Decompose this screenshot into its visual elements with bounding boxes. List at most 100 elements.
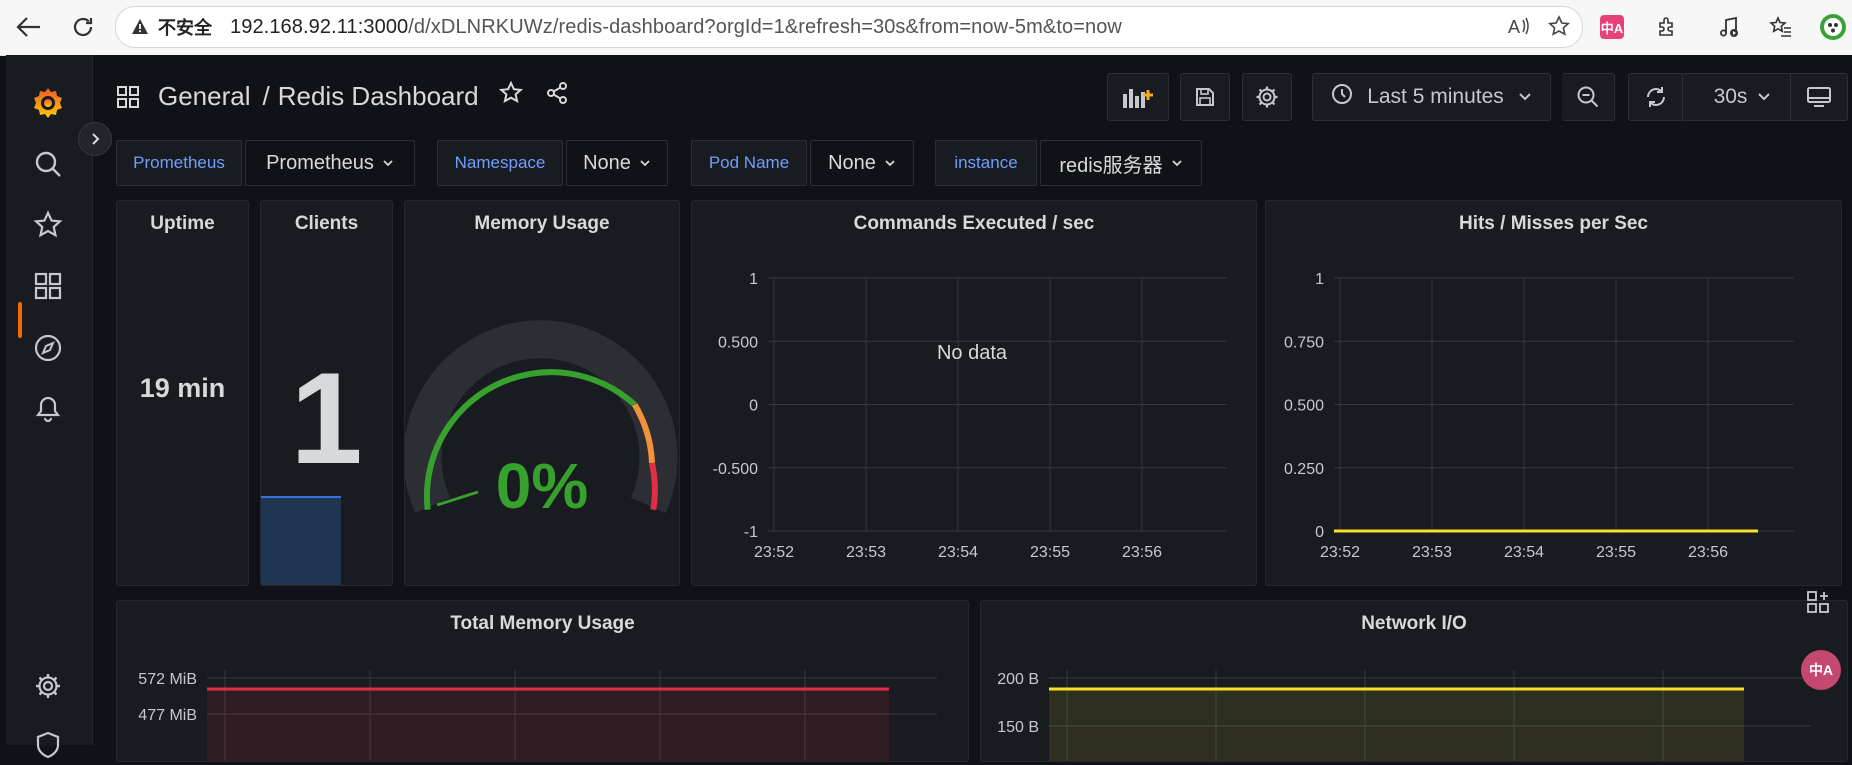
y-tick-label: 150 B <box>997 719 1039 736</box>
read-aloud-icon[interactable]: A <box>1508 15 1532 43</box>
x-tick-label: 23:55 <box>1030 544 1070 561</box>
grafana-logo-icon[interactable] <box>28 83 68 123</box>
x-tick-label: 23:54 <box>938 544 978 561</box>
chevron-down-icon <box>382 152 394 175</box>
time-range-picker[interactable]: Last 5 minutes <box>1312 73 1551 121</box>
y-tick-label: 0 <box>1315 524 1324 541</box>
translate-extension-icon[interactable]: 中A <box>1600 15 1624 39</box>
profile-avatar[interactable] <box>1820 14 1846 40</box>
mark-favorite-star-icon[interactable] <box>498 80 523 112</box>
variable-select-prometheus[interactable]: Prometheus <box>245 140 415 186</box>
panel-network-io[interactable]: Network I/O 200 B 150 B <box>980 600 1848 762</box>
chevron-down-icon <box>639 152 651 175</box>
hits-misses-chart: 1 0.750 0.500 0.250 0 23:52 23:53 23:54 23:55 23:… <box>1284 271 1794 561</box>
y-tick-label: 477 MiB <box>138 707 197 724</box>
no-data-text: No data <box>937 342 1008 364</box>
x-tick-label: 23:55 <box>1596 544 1636 561</box>
breadcrumb: General / Redis Dashboard <box>116 80 569 112</box>
y-tick-label: -1 <box>744 524 758 541</box>
dashboard-settings-button[interactable] <box>1242 73 1292 121</box>
explore-compass-icon[interactable] <box>28 328 68 368</box>
variable-select-namespace[interactable]: None <box>566 140 668 186</box>
apps-grid-icon[interactable] <box>1801 585 1835 619</box>
x-tick-label: 23:56 <box>1122 544 1162 561</box>
x-tick-label: 23:56 <box>1688 544 1728 561</box>
variable-value: None <box>583 151 631 174</box>
variable-select-instance[interactable]: redis服务器 <box>1040 140 1202 186</box>
active-indicator <box>18 302 22 338</box>
y-tick-label: 572 MiB <box>138 671 197 688</box>
zoom-out-button[interactable] <box>1562 73 1615 121</box>
chevron-down-icon <box>1518 85 1532 109</box>
variable-label-namespace: Namespace <box>437 140 563 186</box>
search-icon[interactable] <box>28 144 68 184</box>
panel-commands-executed[interactable]: Commands Executed / sec 1 0.500 0 -0.500 -1 2… <box>691 200 1257 586</box>
svg-text:A: A <box>1508 17 1520 37</box>
memory-usage-value: 0% <box>496 450 589 522</box>
x-tick-label: 23:53 <box>1412 544 1452 561</box>
y-tick-label: 0 <box>749 398 758 415</box>
server-admin-shield-icon[interactable] <box>28 725 68 765</box>
series-area <box>1049 689 1744 761</box>
panel-title: Uptime <box>150 213 215 234</box>
y-tick-label: 1 <box>749 271 758 288</box>
reload-icon[interactable] <box>68 12 98 42</box>
memory-gauge: 0% <box>405 320 678 522</box>
starred-icon[interactable] <box>28 205 68 245</box>
grafana-app: General / Redis Dashboard Last 5 minutes… <box>6 55 1852 762</box>
favorite-star-icon[interactable] <box>1547 15 1571 43</box>
side-menu <box>6 55 93 759</box>
url-text: 192.168.92.11:3000/d/xDLNRKUWz/redis-das… <box>230 15 1122 38</box>
configuration-gear-icon[interactable] <box>28 666 68 706</box>
commands-chart: 1 0.500 0 -0.500 -1 23:52 23:53 23:54 23:55 23:56… <box>713 271 1227 561</box>
clients-value: 1 <box>290 345 363 491</box>
variable-value: None <box>828 151 876 174</box>
refresh-interval-picker[interactable]: 30s <box>1682 73 1803 121</box>
x-tick-label: 23:54 <box>1504 544 1544 561</box>
panel-total-memory[interactable]: Total Memory Usage 572 MiB 477 MiB <box>116 600 969 762</box>
y-tick-label: 200 B <box>997 671 1039 688</box>
save-dashboard-button[interactable] <box>1180 73 1230 121</box>
expand-menu-chevron-icon[interactable] <box>78 122 112 156</box>
variable-value: redis服务器 <box>1059 154 1163 177</box>
total-memory-chart: 572 MiB 477 MiB <box>138 670 937 761</box>
warning-icon <box>130 17 150 37</box>
y-tick-label: 0.500 <box>718 334 758 351</box>
panel-uptime[interactable]: Uptime 19 min <box>116 200 249 586</box>
page-title[interactable]: Redis Dashboard <box>278 81 479 112</box>
chevron-down-icon <box>1171 152 1183 175</box>
extensions-puzzle-icon[interactable] <box>1652 12 1682 42</box>
variable-label-instance: instance <box>935 140 1037 186</box>
back-arrow-icon[interactable] <box>14 12 44 42</box>
panel-title: Clients <box>294 213 359 234</box>
time-range-label: Last 5 minutes <box>1367 85 1504 108</box>
variable-select-pod-name[interactable]: None <box>810 140 914 186</box>
panel-hits-misses[interactable]: Hits / Misses per Sec 1 0.750 0.500 0.250 0 2… <box>1265 200 1842 586</box>
share-icon[interactable] <box>545 81 569 112</box>
alerting-bell-icon[interactable] <box>28 389 68 429</box>
refresh-interval-label: 30s <box>1713 85 1748 108</box>
panel-memory-usage[interactable]: Memory Usage 0% <box>404 200 680 586</box>
address-bar[interactable]: 不安全 192.168.92.11:3000/d/xDLNRKUWz/redis… <box>115 6 1583 48</box>
insecure-label: 不安全 <box>158 18 212 38</box>
variable-label-prometheus: Prometheus <box>116 140 242 186</box>
y-tick-label: -0.500 <box>713 461 758 478</box>
variable-value: Prometheus <box>266 151 374 174</box>
favorites-list-icon[interactable] <box>1766 12 1796 42</box>
y-tick-label: 0.500 <box>1284 398 1324 415</box>
network-io-chart: 200 B 150 B <box>997 670 1811 761</box>
tv-mode-button[interactable] <box>1790 73 1848 121</box>
uptime-value: 19 min <box>139 373 226 403</box>
folder-link[interactable]: General <box>158 81 251 112</box>
media-control-icon[interactable] <box>1714 12 1744 42</box>
x-tick-label: 23:52 <box>1320 544 1360 561</box>
translate-float-icon[interactable]: 中A <box>1801 650 1841 690</box>
panel-clients[interactable]: Clients 1 <box>260 200 393 586</box>
x-tick-label: 23:52 <box>754 544 794 561</box>
clock-icon <box>1331 83 1353 111</box>
add-panel-button[interactable] <box>1107 73 1169 121</box>
browser-toolbar: 不安全 192.168.92.11:3000/d/xDLNRKUWz/redis… <box>0 0 1852 56</box>
chevron-down-icon <box>1757 85 1771 109</box>
dashboards-icon[interactable] <box>28 266 68 306</box>
refresh-button[interactable] <box>1628 73 1684 121</box>
